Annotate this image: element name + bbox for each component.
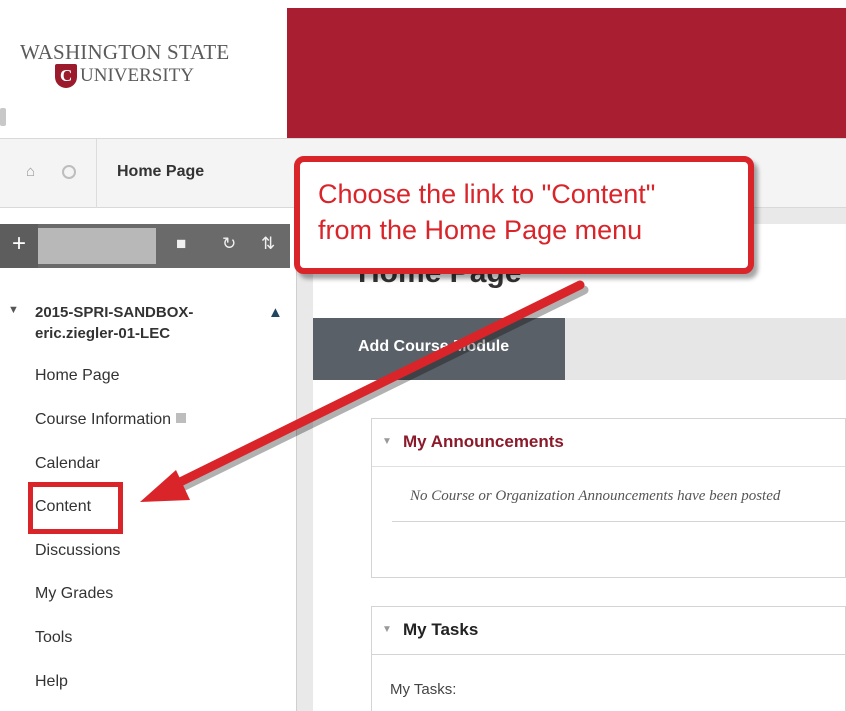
module-header[interactable]: ▼ My Tasks — [372, 607, 845, 655]
sidebar-item-my-grades[interactable]: My Grades — [35, 585, 113, 603]
module-title: My Tasks — [403, 620, 479, 639]
collapse-caret-icon[interactable]: ▼ — [382, 624, 392, 635]
scroll-handle[interactable] — [0, 108, 6, 126]
sort-icon[interactable]: ⇅ — [261, 234, 275, 254]
content-highlight-box — [28, 482, 123, 534]
add-menu-item-button[interactable]: + — [0, 224, 38, 268]
sidebar-item-course-information[interactable]: Course Information — [35, 411, 187, 429]
callout-line1: Choose the link to "Content" — [318, 179, 656, 209]
logo-text-line2: UNIVERSITY — [80, 65, 194, 86]
course-home-icon[interactable]: ▲ — [268, 304, 283, 321]
logo-text-line1: WASHINGTON STATE — [20, 40, 230, 64]
refresh-icon[interactable]: ↻ — [222, 234, 236, 254]
module-title: My Announcements — [403, 432, 564, 451]
instruction-callout: Choose the link to "Content" from the Ho… — [294, 156, 754, 274]
sidebar-item-label: Course Information — [35, 411, 172, 428]
callout-line2: from the Home Page menu — [318, 215, 643, 245]
course-menu: + ■ ↻ ⇅ ▼ 2015-SPRI-SANDBOX-eric.ziegler… — [0, 208, 297, 711]
sidebar-item-discussions[interactable]: Discussions — [35, 542, 120, 560]
tasks-module: ▼ My Tasks My Tasks: — [371, 606, 846, 711]
breadcrumb-current: Home Page — [117, 163, 205, 180]
empty-announcements-text: No Course or Organization Announcements … — [410, 488, 781, 504]
collapse-caret-icon[interactable]: ▼ — [382, 436, 392, 447]
sidebar-item-home-page[interactable]: Home Page — [35, 367, 120, 385]
course-title[interactable]: 2015-SPRI-SANDBOX-eric.ziegler-01-LEC — [35, 302, 255, 344]
collapse-caret-icon[interactable]: ▼ — [8, 304, 19, 316]
university-logo[interactable]: WASHINGTON STATE C UNIVERSITY — [0, 0, 287, 138]
logo-mark: C — [60, 66, 73, 85]
breadcrumb-divider — [96, 139, 97, 209]
header-banner — [287, 8, 846, 138]
module-header[interactable]: ▼ My Announcements — [372, 419, 845, 467]
course-menu-toolbar: + ■ ↻ ⇅ — [0, 224, 290, 268]
shield-icon: C — [55, 64, 77, 88]
announcements-module: ▼ My Announcements No Course or Organiza… — [371, 418, 846, 578]
divider — [392, 521, 846, 522]
breadcrumb-menu-icon[interactable] — [62, 165, 76, 179]
site-header: WASHINGTON STATE C UNIVERSITY — [0, 0, 846, 138]
sidebar-item-calendar[interactable]: Calendar — [35, 455, 100, 473]
hidden-item-icon — [176, 413, 187, 423]
folder-icon[interactable]: ■ — [176, 234, 186, 254]
home-icon[interactable]: ⌂ — [26, 163, 35, 180]
sidebar-item-help[interactable]: Help — [35, 673, 68, 691]
toolbar-spacer — [38, 228, 156, 264]
tasks-text: My Tasks: — [390, 681, 457, 698]
sidebar-item-tools[interactable]: Tools — [35, 629, 72, 647]
add-course-module-button[interactable]: Add Course Module — [313, 318, 565, 380]
